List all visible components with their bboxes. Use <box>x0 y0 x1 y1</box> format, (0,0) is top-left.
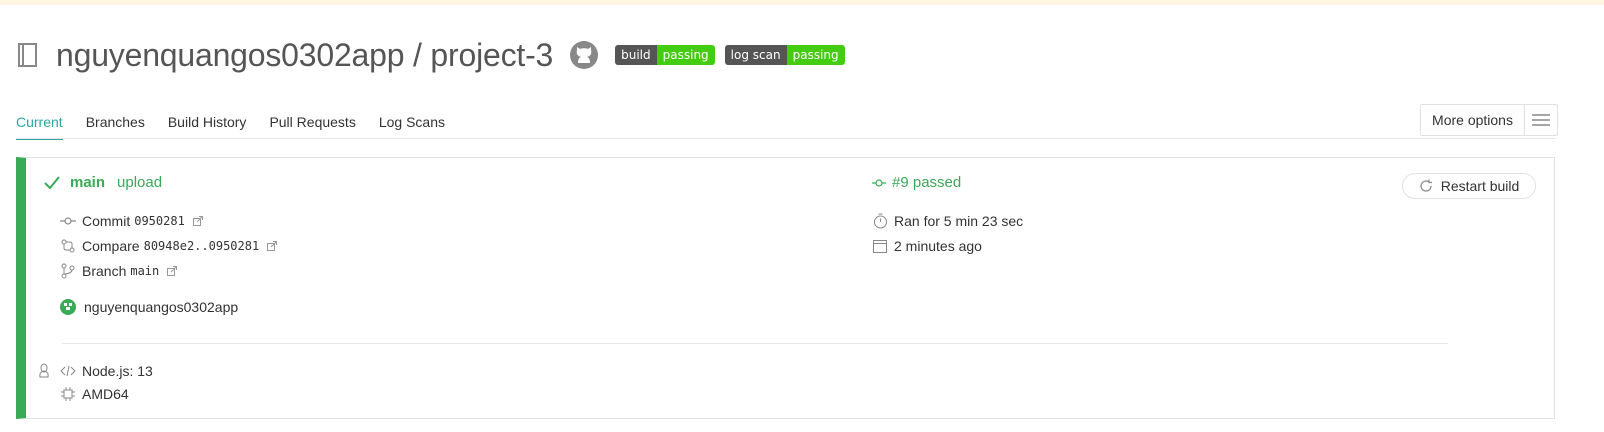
log-scan-badge-label: log scan <box>724 45 787 65</box>
tab-log-scans[interactable]: Log Scans <box>379 108 445 138</box>
external-link-icon[interactable] <box>167 266 178 276</box>
calendar-icon <box>872 238 888 254</box>
commit-icon <box>60 213 76 229</box>
tab-branches[interactable]: Branches <box>86 108 145 138</box>
external-link-icon[interactable] <box>192 216 203 226</box>
commit-label: Commit <box>82 213 131 229</box>
branch-row: Branch main <box>60 263 178 279</box>
author-name[interactable]: nguyenquangos0302app <box>84 299 238 315</box>
hamburger-icon[interactable] <box>1524 105 1557 135</box>
commit-row: Commit 0950281 <box>60 213 203 229</box>
more-options-label: More options <box>1432 112 1513 128</box>
stopwatch-icon <box>872 213 888 229</box>
commit-message[interactable]: upload <box>117 174 162 191</box>
linux-icon <box>36 363 52 379</box>
more-options-button[interactable]: More options <box>1420 104 1558 136</box>
repo-title[interactable]: nguyenquangos0302app / project-3 <box>56 37 553 74</box>
github-icon[interactable] <box>569 40 599 70</box>
build-finished: 2 minutes ago <box>894 238 982 254</box>
restart-build-label: Restart build <box>1440 178 1520 194</box>
build-badge-value: passing <box>656 45 715 65</box>
duration-row: Ran for 5 min 23 sec <box>872 213 1023 229</box>
build-duration: Ran for 5 min 23 sec <box>894 213 1024 229</box>
tab-pull-requests[interactable]: Pull Requests <box>269 108 355 138</box>
log-scan-badge-value: passing <box>786 45 845 65</box>
commit-icon <box>872 178 886 188</box>
architecture: AMD64 <box>82 386 129 402</box>
cpu-icon <box>60 386 76 402</box>
external-link-icon[interactable] <box>267 241 278 251</box>
compare-row: Compare 80948e2..0950281 <box>60 238 278 254</box>
avatar <box>60 299 76 315</box>
build-badge[interactable]: build passing <box>615 45 715 65</box>
restart-icon <box>1419 179 1433 193</box>
commit-hash[interactable]: 0950281 <box>134 214 185 228</box>
branch-icon <box>60 263 76 279</box>
repo-header: nguyenquangos0302app / project-3 build p… <box>16 30 845 80</box>
tab-current[interactable]: Current <box>16 108 63 140</box>
repo-book-icon <box>16 40 42 70</box>
code-icon <box>60 363 76 379</box>
branch-value[interactable]: main <box>130 264 159 278</box>
build-status-row: main upload <box>44 174 162 191</box>
tab-build-history[interactable]: Build History <box>168 108 247 138</box>
check-icon <box>44 175 60 191</box>
build-badge-label: build <box>615 45 657 65</box>
build-card: main upload Commit 0950281 Compare 80948… <box>16 157 1555 419</box>
language-row: Node.js: 13 <box>60 363 153 379</box>
language-version: Node.js: 13 <box>82 363 153 379</box>
author-row: nguyenquangos0302app <box>60 299 238 315</box>
os-icon-wrap <box>36 363 58 379</box>
compare-label: Compare <box>82 238 140 254</box>
build-number-row: #9 passed <box>872 174 961 191</box>
compare-range[interactable]: 80948e2..0950281 <box>144 239 260 253</box>
branch-label: Branch <box>82 263 127 279</box>
build-number[interactable]: #9 passed <box>892 174 961 191</box>
tabs-divider <box>16 138 1556 139</box>
card-divider <box>62 343 1448 344</box>
finished-row: 2 minutes ago <box>872 238 982 254</box>
build-branch-link[interactable]: main <box>70 174 105 191</box>
repo-tabs: Current Branches Build History Pull Requ… <box>16 108 468 140</box>
log-scan-badge[interactable]: log scan passing <box>724 45 845 65</box>
arch-row: AMD64 <box>60 386 129 402</box>
restart-build-button[interactable]: Restart build <box>1402 173 1536 199</box>
top-banner <box>0 0 1604 5</box>
compare-icon <box>60 238 76 254</box>
